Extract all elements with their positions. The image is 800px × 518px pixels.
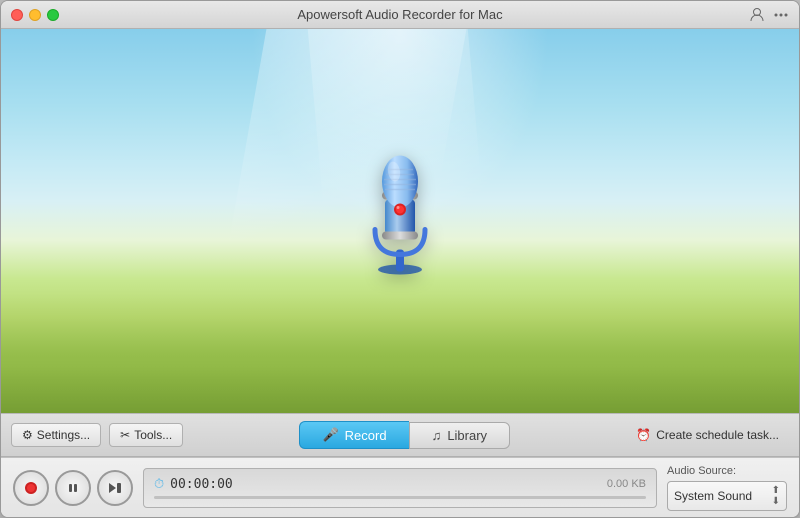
- clock-icon: ⏱: [154, 476, 164, 492]
- menu-icon[interactable]: [773, 7, 789, 23]
- record-button[interactable]: [13, 470, 49, 506]
- app-window: Apowersoft Audio Recorder for Mac: [0, 0, 800, 518]
- file-size-display: 0.00 KB: [607, 478, 646, 490]
- schedule-label: Create schedule task...: [656, 428, 779, 442]
- select-arrow-icon: ⬆⬇: [772, 485, 780, 507]
- traffic-lights: [11, 9, 59, 21]
- library-tab[interactable]: ♫ Library: [409, 422, 511, 449]
- minimize-button[interactable]: [29, 9, 41, 21]
- progress-bar: [154, 496, 646, 499]
- play-skip-button[interactable]: [97, 470, 133, 506]
- playback-controls: [13, 470, 133, 506]
- background-scene: [1, 29, 799, 413]
- close-button[interactable]: [11, 9, 23, 21]
- audio-source-select[interactable]: System Sound ⬆⬇: [667, 481, 787, 511]
- timer-row: ⏱ 00:00:00 0.00 KB: [154, 476, 646, 492]
- main-content: [1, 29, 799, 413]
- toolbar: ⚙ Settings... ✂ Tools... 🎤 Record ♫ Libr…: [1, 413, 799, 457]
- bottom-bar: ⏱ 00:00:00 0.00 KB Audio Source: System …: [1, 457, 799, 517]
- library-tab-label: Library: [447, 428, 487, 443]
- scissors-icon: ✂: [120, 428, 130, 442]
- tab-group: 🎤 Record ♫ Library: [191, 421, 618, 449]
- maximize-button[interactable]: [47, 9, 59, 21]
- settings-label: Settings...: [37, 428, 90, 442]
- audio-source-panel: Audio Source: System Sound ⬆⬇: [667, 465, 787, 511]
- user-icon[interactable]: [749, 7, 765, 23]
- toolbar-right: ⏰ Create schedule task...: [626, 424, 789, 446]
- schedule-icon: ⏰: [636, 428, 651, 442]
- tools-label: Tools...: [134, 428, 172, 442]
- title-bar-right: [749, 7, 789, 23]
- settings-button[interactable]: ⚙ Settings...: [11, 423, 101, 447]
- microphone-image: [350, 150, 450, 280]
- audio-source-label: Audio Source:: [667, 465, 787, 477]
- music-tab-icon: ♫: [432, 428, 442, 443]
- mic-tab-icon: 🎤: [322, 427, 338, 443]
- audio-source-value: System Sound: [674, 489, 752, 503]
- pause-button[interactable]: [55, 470, 91, 506]
- schedule-button[interactable]: ⏰ Create schedule task...: [626, 424, 789, 446]
- window-title: Apowersoft Audio Recorder for Mac: [297, 7, 502, 22]
- progress-area: ⏱ 00:00:00 0.00 KB: [143, 468, 657, 508]
- title-bar: Apowersoft Audio Recorder for Mac: [1, 1, 799, 29]
- record-tab[interactable]: 🎤 Record: [299, 421, 408, 449]
- grass-overlay: [1, 293, 799, 413]
- record-tab-label: Record: [345, 428, 387, 443]
- gear-icon: ⚙: [22, 428, 33, 442]
- tools-button[interactable]: ✂ Tools...: [109, 423, 183, 447]
- timer-display: 00:00:00: [170, 477, 233, 492]
